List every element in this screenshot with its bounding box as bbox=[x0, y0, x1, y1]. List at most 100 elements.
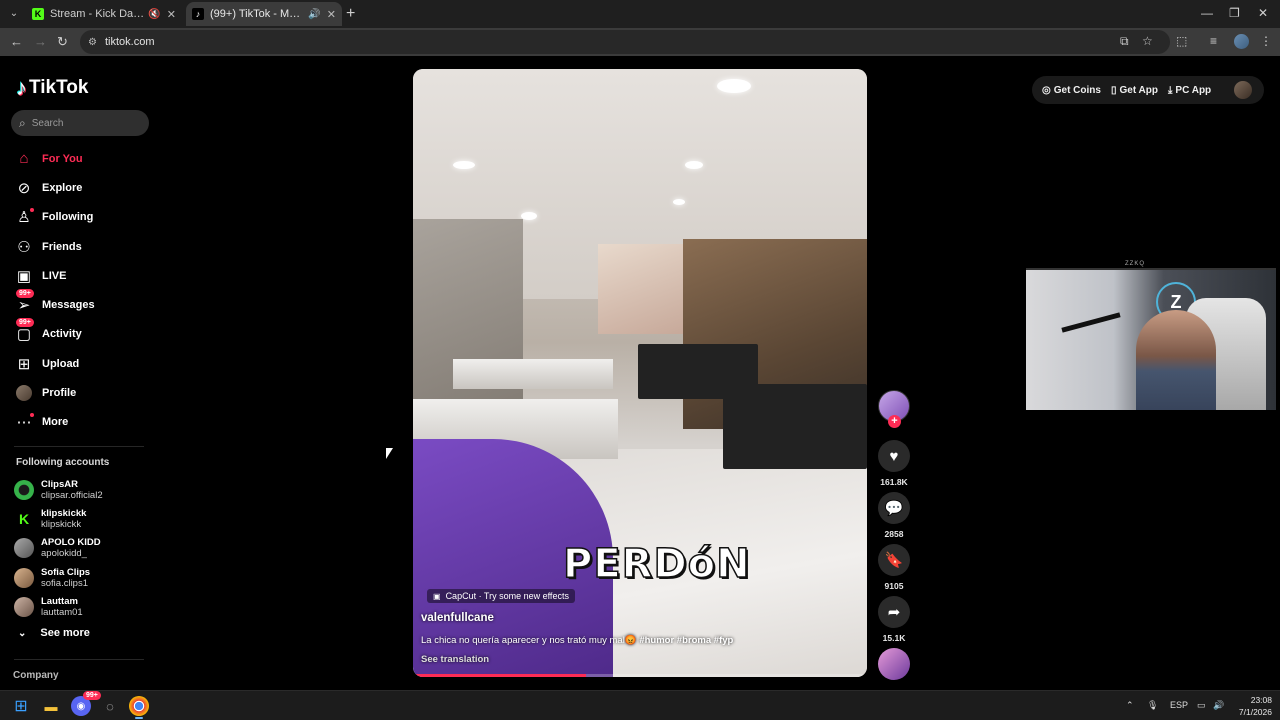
more-icon: ⋯ bbox=[14, 412, 34, 432]
webcam-overlay: Z bbox=[1026, 268, 1276, 410]
site-info-icon[interactable]: ⚙ bbox=[88, 37, 97, 48]
sidebar-item-friends[interactable]: ⚇ Friends bbox=[14, 232, 95, 261]
nav-label: Profile bbox=[42, 387, 77, 400]
following-account[interactable]: K klipskickk klipskickk bbox=[14, 504, 103, 533]
comment-count: 2858 bbox=[884, 529, 904, 539]
account-name: APOLO KIDD bbox=[41, 537, 101, 549]
sidebar-item-for-you[interactable]: ⌂ For You bbox=[14, 144, 95, 173]
new-tab-button[interactable]: + bbox=[346, 5, 355, 23]
account-name: Lauttam bbox=[41, 595, 78, 607]
account-handle: apolokidd_ bbox=[41, 548, 87, 560]
taskbar-clock[interactable]: 23:08 7/1/2026 bbox=[1228, 694, 1272, 718]
bed bbox=[723, 384, 867, 469]
upload-icon: ⊞ bbox=[17, 355, 31, 373]
tiktok-note-icon: ♪ bbox=[16, 75, 27, 100]
browser-profile-avatar[interactable] bbox=[1234, 34, 1249, 49]
ceiling-light bbox=[521, 212, 537, 220]
comment-button[interactable]: 💬 bbox=[878, 492, 910, 524]
reload-icon[interactable]: ↻ bbox=[57, 34, 68, 50]
sidebar-item-messages[interactable]: ➢ 99+ Messages bbox=[14, 289, 95, 319]
close-window-icon[interactable]: ✕ bbox=[1258, 6, 1268, 20]
nav-label: Activity bbox=[42, 328, 82, 341]
like-button[interactable]: ♥ bbox=[878, 440, 910, 472]
muted-icon[interactable]: 🔇 bbox=[148, 9, 160, 20]
share-button[interactable]: ➦ bbox=[878, 596, 910, 628]
forward-icon[interactable]: → bbox=[34, 34, 47, 49]
bookmark-star-icon[interactable]: ☆ bbox=[1142, 34, 1153, 48]
nav-label: LIVE bbox=[42, 269, 67, 282]
caption-hashtags[interactable]: #humor #broma #fyp bbox=[639, 635, 733, 646]
video-progress-bar[interactable] bbox=[413, 674, 867, 677]
url-bar[interactable]: ⚙ tiktok.com bbox=[80, 30, 1170, 54]
volume-icon[interactable]: 🔊 bbox=[1213, 700, 1224, 711]
company-link[interactable]: Company bbox=[13, 670, 59, 681]
sidebar-item-profile[interactable]: Profile bbox=[14, 378, 95, 407]
chrome-icon[interactable] bbox=[129, 696, 149, 719]
following-account[interactable]: APOLO KIDD apolokidd_ bbox=[14, 534, 103, 563]
nav-label: For You bbox=[42, 152, 83, 165]
account-name: ClipsAR bbox=[41, 478, 78, 490]
media-controls-icon[interactable]: ≡ bbox=[1210, 34, 1217, 48]
share-icon: ➦ bbox=[887, 604, 901, 621]
video-overlay-text: PERDóN bbox=[562, 540, 751, 588]
language-indicator[interactable]: ESP bbox=[1170, 700, 1188, 710]
sidebar-item-following[interactable]: ♙ Following bbox=[14, 203, 95, 232]
sound-disc-avatar[interactable] bbox=[878, 648, 910, 680]
file-explorer-icon[interactable]: ▬ bbox=[41, 696, 61, 716]
close-tab-icon[interactable]: ✕ bbox=[327, 8, 336, 21]
account-name: klipskickk bbox=[41, 507, 87, 519]
video-player[interactable]: PERDóN ▣ CapCut · Try some new effects v… bbox=[413, 69, 867, 677]
get-app-button[interactable]: ▯ Get App bbox=[1111, 85, 1158, 96]
discord-icon[interactable]: ◉ 99+ bbox=[71, 691, 101, 716]
search-box[interactable]: ⌕ bbox=[11, 110, 149, 136]
network-icon[interactable]: ▭ bbox=[1197, 700, 1206, 711]
follow-plus-icon[interactable]: + bbox=[888, 415, 901, 428]
nav-label: Explore bbox=[42, 181, 83, 194]
search-input[interactable] bbox=[31, 117, 132, 129]
account-handle: klipskickk bbox=[41, 518, 82, 530]
cast-icon[interactable]: ⧉ bbox=[1120, 34, 1129, 49]
sidebar-item-live[interactable]: ▣ LIVE bbox=[14, 261, 95, 290]
capcut-effect-tag[interactable]: ▣ CapCut · Try some new effects bbox=[427, 589, 575, 603]
audio-playing-icon[interactable]: 🔊 bbox=[308, 9, 320, 20]
tab-kick-dashboard[interactable]: K Stream - Kick Dashboard 🔇 ✕ bbox=[26, 2, 182, 26]
get-coins-label: Get Coins bbox=[1053, 84, 1101, 96]
minimize-icon[interactable]: — bbox=[1201, 6, 1213, 20]
tiktok-logo[interactable]: ♪ TikTok bbox=[16, 75, 88, 101]
windows-start-icon[interactable]: ⊞ bbox=[11, 696, 31, 716]
obs-icon[interactable]: ◌ bbox=[100, 696, 120, 716]
address-toolbar: ← → ↻ ⚙ tiktok.com ⧉ ☆ ⬚ ≡ ⋮ bbox=[0, 28, 1280, 56]
sidebar-item-explore[interactable]: ⊘ Explore bbox=[14, 173, 95, 202]
get-app-label: Get App bbox=[1119, 84, 1158, 96]
get-coins-button[interactable]: ◎ Get Coins bbox=[1042, 85, 1101, 96]
search-icon: ⌕ bbox=[19, 115, 26, 130]
sidebar-item-more[interactable]: ⋯ More bbox=[14, 408, 95, 437]
save-button[interactable]: 🔖 bbox=[878, 544, 910, 576]
close-tab-icon[interactable]: ✕ bbox=[167, 8, 176, 21]
microphone-icon[interactable]: 🎙 bbox=[1147, 700, 1158, 711]
clock-date: 7/1/2026 bbox=[1238, 707, 1272, 717]
following-account[interactable]: Sofia Clips sofia.clips1 bbox=[14, 563, 103, 592]
following-account[interactable]: ClipsAR clipsar.official2 bbox=[14, 475, 103, 504]
kick-logo-avatar: K bbox=[14, 508, 34, 529]
video-author[interactable]: valenfullcane bbox=[421, 612, 494, 624]
see-translation-link[interactable]: See translation bbox=[421, 654, 489, 665]
tab-search-icon[interactable]: ⌄ bbox=[6, 6, 22, 22]
pc-app-button[interactable]: ⤓ PC App bbox=[1168, 85, 1211, 96]
tray-overflow-icon[interactable]: ⌃ bbox=[1126, 700, 1134, 711]
menu-dots-icon[interactable]: ⋮ bbox=[1260, 34, 1272, 48]
tab-tiktok[interactable]: ♪ (99+) TikTok - Make Your Day 🔊 ✕ bbox=[186, 2, 342, 26]
sidebar-item-activity[interactable]: ▢ 99+ Activity bbox=[14, 318, 95, 349]
following-account[interactable]: Lauttam lauttam01 bbox=[14, 592, 103, 621]
restore-icon[interactable]: ❐ bbox=[1229, 6, 1240, 20]
nav-label: Friends bbox=[42, 240, 82, 253]
sidebar-item-upload[interactable]: ⊞ Upload bbox=[14, 349, 95, 378]
extensions-icon[interactable]: ⬚ bbox=[1176, 34, 1187, 48]
webcam-label: ZZKQ bbox=[1125, 261, 1145, 267]
user-avatar[interactable] bbox=[1234, 81, 1252, 99]
caption-text: La chica no quería aparecer y nos trató … bbox=[421, 635, 637, 646]
see-more-button[interactable]: ⌄ See more bbox=[18, 627, 90, 639]
nav-label: Following bbox=[42, 211, 94, 224]
capcut-label: CapCut · Try some new effects bbox=[445, 591, 569, 601]
back-icon[interactable]: ← bbox=[10, 34, 23, 49]
